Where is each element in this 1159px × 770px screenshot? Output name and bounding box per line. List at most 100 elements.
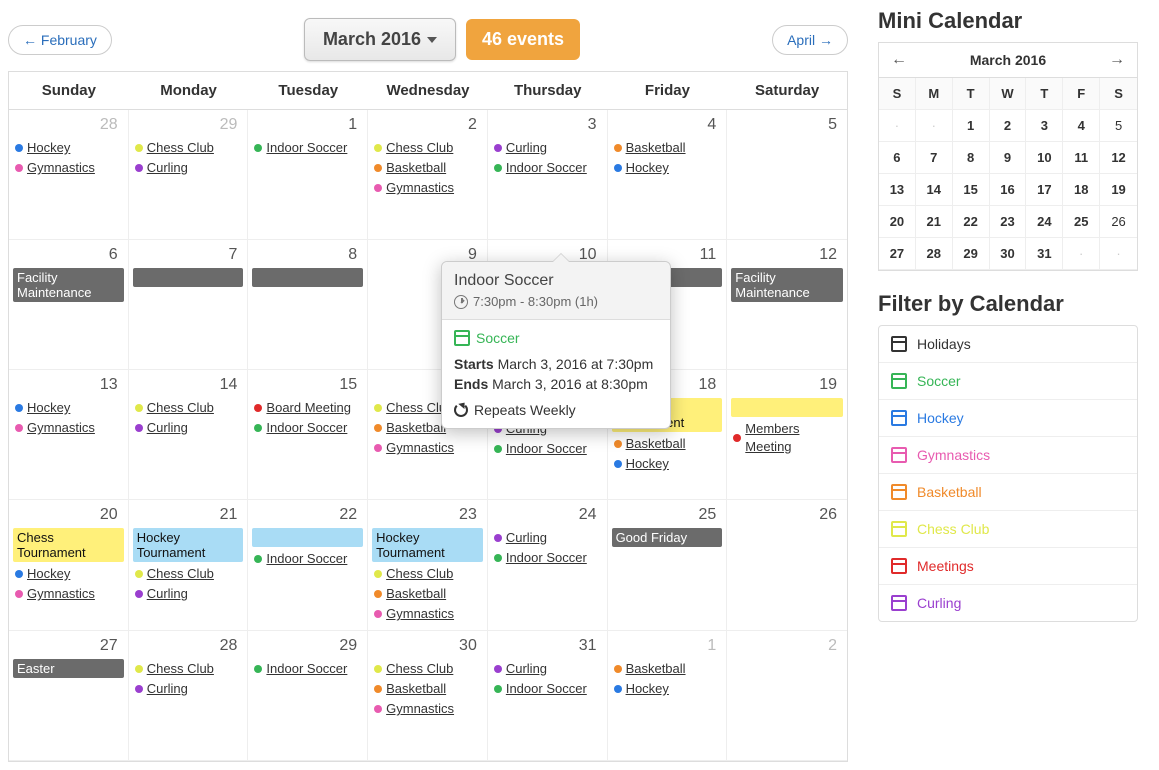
event-link[interactable]: Hockey [27,399,70,417]
event-item[interactable]: Hockey [612,454,723,474]
mini-day[interactable]: 13 [879,174,916,206]
event-link[interactable]: Gymnastics [386,179,454,197]
calendar-cell[interactable]: 21Hockey TournamentChess ClubCurling [129,500,249,631]
calendar-cell[interactable]: 29Indoor Soccer [248,631,368,761]
mini-day[interactable]: 19 [1100,174,1137,206]
mini-day[interactable]: 5 [1100,110,1137,142]
calendar-cell[interactable]: 30Chess ClubBasketballGymnastics [368,631,488,761]
calendar-cell[interactable]: 4BasketballHockey [608,110,728,240]
mini-day[interactable]: 16 [990,174,1027,206]
calendar-cell[interactable]: 2 [727,631,847,761]
event-item[interactable]: Gymnastics [372,438,483,458]
mini-day[interactable]: 20 [879,206,916,238]
mini-day[interactable]: 6 [879,142,916,174]
calendar-cell[interactable]: 1BasketballHockey [608,631,728,761]
mini-day[interactable]: 2 [990,110,1027,142]
popover-calendar-link[interactable]: Soccer [454,330,658,346]
calendar-cell[interactable]: 5 [727,110,847,240]
mini-day[interactable]: 23 [990,206,1027,238]
event-link[interactable]: Indoor Soccer [506,440,587,458]
calendar-cell[interactable]: 8 [248,240,368,370]
calendar-cell[interactable]: 28HockeyGymnastics [9,110,129,240]
event-item[interactable]: Indoor Soccer [252,138,363,158]
event-item[interactable]: Curling [492,659,603,679]
event-item[interactable]: Members Meeting [731,419,843,457]
event-bar[interactable] [252,528,363,547]
event-item[interactable]: Basketball [372,158,483,178]
mini-day[interactable]: 11 [1063,142,1100,174]
calendar-cell[interactable]: 26 [727,500,847,631]
event-link[interactable]: Curling [147,585,188,603]
event-item[interactable]: Basketball [372,679,483,699]
event-item[interactable]: Indoor Soccer [252,659,363,679]
calendar-cell[interactable]: 15Board MeetingIndoor Soccer [248,370,368,500]
calendar-cell[interactable]: 14Chess ClubCurling [129,370,249,500]
mini-next-button[interactable]: → [1105,49,1129,71]
calendar-cell[interactable]: 25Good Friday [608,500,728,631]
event-link[interactable]: Curling [147,419,188,437]
event-link[interactable]: Chess Club [147,139,214,157]
calendar-cell[interactable]: 22 Indoor Soccer [248,500,368,631]
filter-item[interactable]: Curling [879,585,1137,621]
event-link[interactable]: Basketball [626,660,686,678]
mini-day[interactable]: 27 [879,238,916,270]
mini-prev-button[interactable]: ← [887,49,911,71]
mini-day[interactable]: 17 [1026,174,1063,206]
event-link[interactable]: Basketball [386,680,446,698]
event-bar[interactable]: Chess Tournament [13,528,124,562]
event-link[interactable]: Gymnastics [386,439,454,457]
calendar-cell[interactable]: 28Chess ClubCurling [129,631,249,761]
event-item[interactable]: Indoor Soccer [252,549,363,569]
event-item[interactable]: Gymnastics [13,418,124,438]
event-link[interactable]: Gymnastics [27,585,95,603]
mini-day[interactable]: 21 [916,206,953,238]
prev-month-button[interactable]: ← February [8,25,112,55]
event-item[interactable]: Hockey [13,564,124,584]
event-item[interactable]: Indoor Soccer [492,439,603,459]
mini-day[interactable]: 14 [916,174,953,206]
filter-item[interactable]: Chess Club [879,511,1137,548]
mini-day[interactable]: 29 [953,238,990,270]
event-item[interactable]: Chess Club [133,138,244,158]
event-link[interactable]: Basketball [626,435,686,453]
event-link[interactable]: Indoor Soccer [266,550,347,568]
event-item[interactable]: Curling [133,158,244,178]
mini-day[interactable]: 10 [1026,142,1063,174]
event-item[interactable]: Hockey [612,679,723,699]
event-bar[interactable]: Facility Maintenance [731,268,843,302]
event-bar[interactable] [252,268,363,287]
mini-day[interactable]: 8 [953,142,990,174]
mini-day[interactable]: 28 [916,238,953,270]
calendar-cell[interactable]: 3CurlingIndoor Soccer [488,110,608,240]
calendar-cell[interactable]: 1Indoor Soccer [248,110,368,240]
event-item[interactable]: Curling [133,679,244,699]
event-item[interactable]: Curling [133,418,244,438]
calendar-cell[interactable]: 20Chess TournamentHockeyGymnastics [9,500,129,631]
event-link[interactable]: Basketball [386,419,446,437]
mini-day[interactable]: 1 [953,110,990,142]
mini-day[interactable]: 4 [1063,110,1100,142]
event-link[interactable]: Chess Club [386,660,453,678]
event-bar[interactable]: Good Friday [612,528,723,547]
event-bar[interactable]: Facility Maintenance [13,268,124,302]
event-item[interactable]: Basketball [612,138,723,158]
filter-item[interactable]: Hockey [879,400,1137,437]
event-link[interactable]: Curling [147,680,188,698]
event-item[interactable]: Indoor Soccer [252,418,363,438]
event-item[interactable]: Gymnastics [13,584,124,604]
calendar-cell[interactable]: 19 Members Meeting [727,370,847,500]
event-item[interactable]: Gymnastics [13,158,124,178]
event-bar[interactable] [731,398,843,417]
calendar-cell[interactable]: 23Hockey TournamentChess ClubBasketballG… [368,500,488,631]
calendar-cell[interactable]: 7 [129,240,249,370]
event-link[interactable]: Board Meeting [266,399,351,417]
event-link[interactable]: Members Meeting [745,420,841,456]
event-item[interactable]: Chess Club [133,564,244,584]
calendar-cell[interactable]: 6Facility Maintenance [9,240,129,370]
event-link[interactable]: Hockey [27,139,70,157]
event-item[interactable]: Hockey [13,138,124,158]
event-item[interactable]: Indoor Soccer [492,548,603,568]
mini-day[interactable]: 12 [1100,142,1137,174]
event-link[interactable]: Basketball [386,585,446,603]
mini-day[interactable]: 30 [990,238,1027,270]
